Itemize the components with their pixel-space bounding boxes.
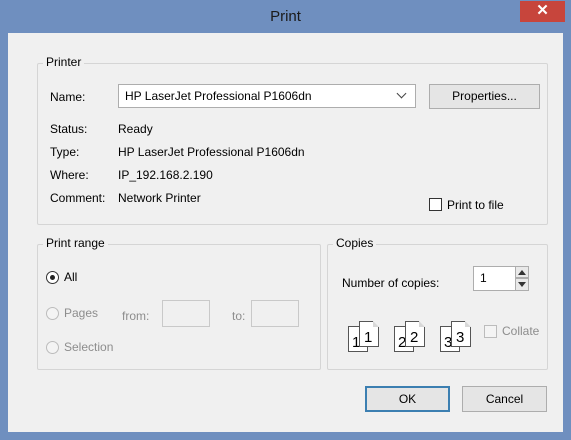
page-number: 2 (410, 329, 419, 346)
from-label: from: (122, 309, 150, 323)
number-of-copies-label: Number of copies: (342, 276, 440, 290)
ok-button[interactable]: OK (365, 386, 450, 412)
radio-selected-dot (50, 275, 55, 280)
collate-label[interactable]: Collate (502, 324, 539, 338)
from-page-input[interactable] (162, 300, 210, 327)
print-dialog-window: Print ✕ Printer Name: HP LaserJet Profes… (0, 0, 571, 440)
printer-name-select[interactable]: HP LaserJet Professional P1606dn (118, 84, 416, 108)
page-number: 3 (456, 329, 465, 346)
radio-selection[interactable] (46, 341, 59, 354)
to-page-input[interactable] (251, 300, 299, 327)
number-of-copies-value: 1 (480, 271, 487, 285)
comment-label: Comment: (50, 191, 106, 205)
radio-pages-label[interactable]: Pages (64, 306, 98, 320)
printer-name-value: HP LaserJet Professional P1606dn (125, 89, 312, 103)
print-range-legend: Print range (43, 236, 108, 250)
status-value: Ready (118, 122, 153, 136)
title-bar[interactable]: Print ✕ (1, 1, 570, 33)
status-label: Status: (50, 122, 88, 136)
where-label: Where: (50, 168, 89, 182)
page-number: 1 (364, 329, 373, 346)
name-label: Name: (50, 90, 86, 104)
print-to-file-label[interactable]: Print to file (447, 198, 504, 212)
printer-group-legend: Printer (43, 55, 85, 69)
cancel-button[interactable]: Cancel (462, 386, 547, 412)
type-label: Type: (50, 145, 80, 159)
printer-group: Printer Name: HP LaserJet Professional P… (37, 55, 548, 225)
copies-spin-up[interactable] (515, 266, 529, 278)
window-title: Print (270, 8, 301, 25)
type-value: HP LaserJet Professional P1606dn (118, 145, 305, 159)
print-to-file-checkbox[interactable] (429, 198, 442, 211)
collate-checkbox[interactable] (484, 325, 497, 338)
radio-all-label[interactable]: All (64, 270, 77, 284)
arrow-up-icon (518, 270, 526, 275)
close-icon: ✕ (536, 2, 549, 19)
to-label: to: (232, 309, 246, 323)
chevron-down-icon (396, 88, 407, 99)
copies-group: Copies Number of copies: 1 1 1 2 2 3 3 C… (327, 236, 548, 370)
dialog-body: Printer Name: HP LaserJet Professional P… (8, 33, 563, 432)
comment-value: Network Printer (118, 191, 201, 205)
copies-spin-down[interactable] (515, 278, 529, 291)
properties-button[interactable]: Properties... (429, 84, 540, 109)
arrow-down-icon (518, 282, 526, 287)
where-value: IP_192.168.2.190 (118, 168, 213, 182)
radio-selection-label[interactable]: Selection (64, 340, 113, 354)
copies-legend: Copies (333, 236, 377, 250)
print-range-group: Print range All Pages from: to: Selectio… (37, 236, 321, 370)
close-button[interactable]: ✕ (520, 1, 565, 22)
radio-pages[interactable] (46, 307, 59, 320)
radio-all[interactable] (46, 271, 59, 284)
